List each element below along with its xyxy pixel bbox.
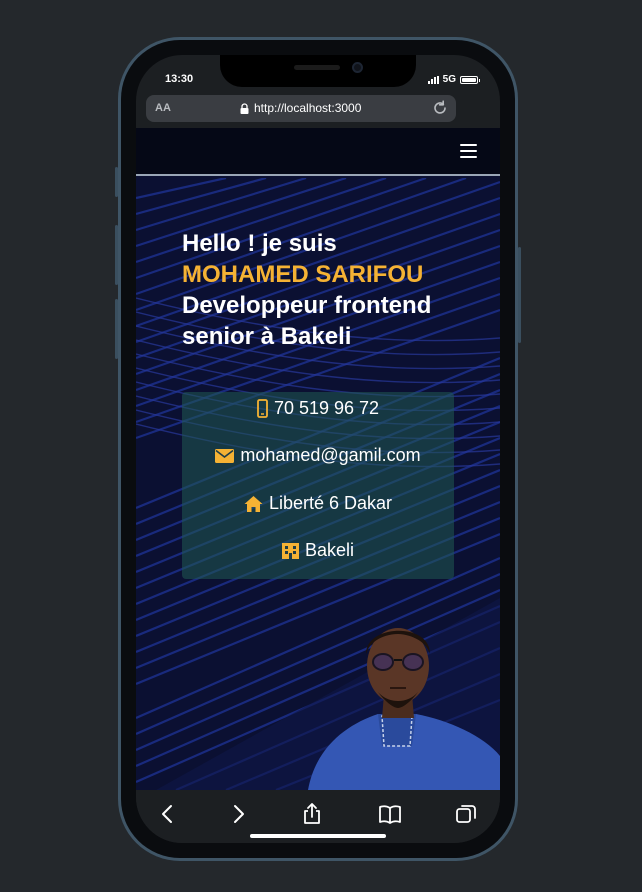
site-navbar bbox=[136, 128, 500, 176]
contact-company: Bakeli bbox=[304, 540, 355, 560]
url-display[interactable]: http://localhost:3000 bbox=[240, 101, 361, 115]
contact-email-row: mohamed@gamil.com bbox=[182, 445, 454, 466]
volume-down-button bbox=[115, 299, 118, 359]
hero-name: MOHAMED SARIFOU bbox=[182, 261, 424, 288]
contact-phone[interactable]: 70 519 96 72 bbox=[274, 398, 379, 419]
contact-address: Liberté 6 Dakar bbox=[268, 493, 393, 513]
hero-heading: Hello ! je suis MOHAMED SARIFOU Developp… bbox=[182, 228, 431, 352]
website-viewport: Hello ! je suis MOHAMED SARIFOU Developp… bbox=[136, 128, 500, 790]
volume-up-button bbox=[115, 225, 118, 285]
silent-switch bbox=[115, 167, 118, 197]
hamburger-menu-icon[interactable] bbox=[460, 144, 477, 158]
tabs-icon[interactable] bbox=[454, 802, 478, 826]
contact-email[interactable]: mohamed@gamil.com bbox=[240, 445, 420, 466]
contact-company-row: Bakeli bbox=[182, 540, 454, 561]
front-camera bbox=[352, 62, 363, 73]
phone-screen: 13:30 5G AA http://localhost:3000 Hello … bbox=[136, 55, 500, 843]
phone-frame: 13:30 5G AA http://localhost:3000 Hello … bbox=[115, 37, 521, 861]
hero-role-line1: Developpeur frontend bbox=[182, 292, 432, 319]
text-size-button[interactable]: AA bbox=[155, 102, 171, 114]
status-indicators: 5G bbox=[427, 74, 480, 85]
contact-card: 70 519 96 72 mohamed@gamil.com Liberté 6… bbox=[182, 392, 454, 579]
home-indicator[interactable] bbox=[250, 834, 386, 838]
contact-address-row: Liberté 6 Dakar bbox=[182, 493, 454, 514]
phone-bezel: 13:30 5G AA http://localhost:3000 Hello … bbox=[121, 40, 515, 858]
lock-icon bbox=[240, 102, 249, 114]
forward-arrow-icon[interactable] bbox=[226, 802, 250, 826]
hero-role-line2: senior à Bakeli bbox=[182, 323, 352, 350]
url-text: http://localhost:3000 bbox=[254, 101, 362, 115]
bookmarks-icon[interactable] bbox=[378, 802, 402, 826]
notch bbox=[220, 55, 416, 87]
profile-photo bbox=[308, 628, 500, 790]
mobile-phone-icon bbox=[257, 399, 268, 418]
power-button bbox=[518, 247, 521, 343]
house-icon bbox=[244, 495, 263, 512]
address-bar[interactable]: AA http://localhost:3000 bbox=[146, 95, 456, 122]
signal-icon bbox=[427, 75, 439, 84]
status-time: 13:30 bbox=[165, 73, 194, 85]
building-icon bbox=[281, 542, 299, 559]
battery-icon bbox=[460, 75, 480, 84]
share-icon[interactable] bbox=[300, 802, 324, 826]
network-label: 5G bbox=[442, 74, 456, 85]
envelope-icon bbox=[215, 448, 235, 463]
back-arrow-icon[interactable] bbox=[156, 802, 180, 826]
hero-greeting: Hello ! je suis bbox=[182, 230, 337, 257]
reload-icon[interactable] bbox=[431, 99, 449, 117]
contact-phone-row: 70 519 96 72 bbox=[182, 398, 454, 419]
speaker bbox=[294, 65, 340, 70]
